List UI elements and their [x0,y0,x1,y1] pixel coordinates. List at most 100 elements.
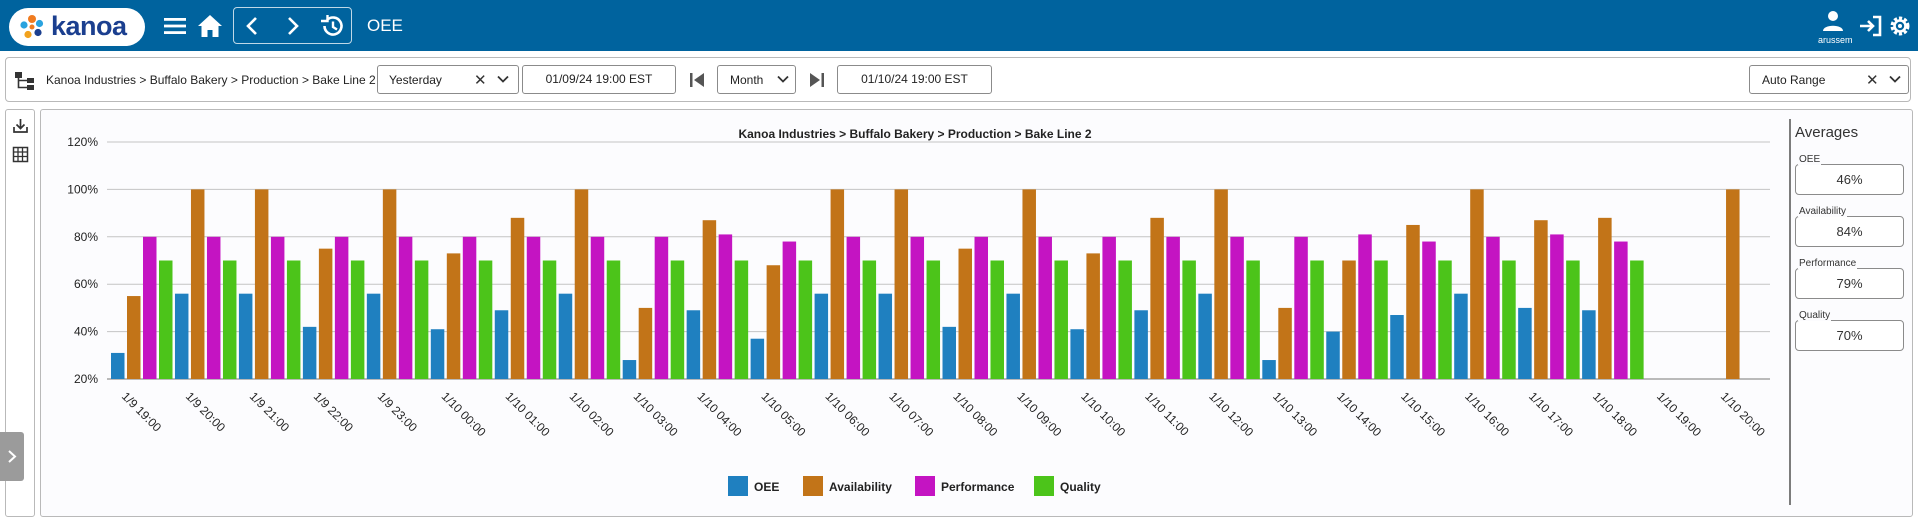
bar-quality[interactable] [1630,260,1644,380]
bar-oee[interactable] [1134,310,1148,379]
bar-quality[interactable] [1246,260,1260,380]
bar-performance[interactable] [910,236,925,379]
bar-oee[interactable] [1198,293,1212,379]
bar-oee[interactable] [1326,331,1340,379]
bar-performance[interactable] [654,236,669,379]
bar-availability[interactable] [1726,189,1740,379]
bar-quality[interactable] [222,260,237,380]
bar-performance[interactable] [206,236,221,379]
end-date-field[interactable]: 01/10/24 19:00 EST [837,65,992,94]
bar-quality[interactable] [1118,260,1132,380]
bar-availability[interactable] [254,189,269,379]
bar-quality[interactable] [1566,260,1580,380]
bar-availability[interactable] [318,248,333,379]
bar-availability[interactable] [894,189,909,379]
bar-oee[interactable] [302,326,317,379]
bar-availability[interactable] [1598,217,1612,379]
bar-quality[interactable] [159,260,173,380]
bar-performance[interactable] [526,236,541,379]
bar-availability[interactable] [574,189,589,379]
bar-availability[interactable] [1534,220,1548,379]
download-icon[interactable] [12,117,29,134]
bar-availability[interactable] [1278,307,1292,379]
bar-performance[interactable] [974,236,989,379]
bar-oee[interactable] [1454,293,1468,379]
bar-oee[interactable] [1582,310,1596,379]
clear-period-icon[interactable]: ✕ [474,71,487,89]
bar-quality[interactable] [1438,260,1452,380]
bar-oee[interactable] [878,293,893,379]
bar-performance[interactable] [1102,236,1116,379]
bar-quality[interactable] [926,260,941,380]
bar-availability[interactable] [958,248,973,379]
range-select[interactable]: Auto Range ✕ [1749,65,1909,94]
bar-availability[interactable] [702,220,717,379]
start-date-field[interactable]: 01/09/24 19:00 EST [522,65,676,94]
bar-performance[interactable] [846,236,861,379]
bar-availability[interactable] [190,189,205,379]
menu-icon[interactable] [161,12,189,40]
hierarchy-tree-icon[interactable] [14,70,36,92]
bar-performance[interactable] [1294,236,1308,379]
back-arrow-icon[interactable] [239,12,267,40]
bar-availability[interactable] [1406,224,1420,379]
bar-availability[interactable] [1470,189,1484,379]
bar-performance[interactable] [718,234,733,379]
bar-performance[interactable] [1166,236,1180,379]
clear-range-icon[interactable]: ✕ [1866,71,1879,89]
home-icon[interactable] [196,12,224,40]
chevron-down-icon[interactable] [1887,71,1903,87]
bar-quality[interactable] [1374,260,1388,380]
bar-oee[interactable] [238,293,253,379]
bar-performance[interactable] [1614,241,1628,379]
bar-performance[interactable] [143,236,157,379]
bar-performance[interactable] [1230,236,1244,379]
bar-quality[interactable] [1310,260,1324,380]
bar-performance[interactable] [1550,234,1564,379]
bar-performance[interactable] [1038,236,1052,379]
bar-quality[interactable] [1182,260,1196,380]
bar-performance[interactable] [1422,241,1436,379]
chevron-down-icon[interactable] [775,71,791,87]
bar-oee[interactable] [494,310,509,379]
bar-availability[interactable] [446,253,461,379]
bar-performance[interactable] [334,236,349,379]
granularity-select[interactable]: Month [717,65,796,94]
bar-oee[interactable] [111,352,125,379]
bar-availability[interactable] [1086,253,1100,379]
bar-availability[interactable] [382,189,397,379]
skip-to-end-icon[interactable] [808,71,826,89]
bar-availability[interactable] [1342,260,1356,380]
bar-quality[interactable] [286,260,301,380]
bar-availability[interactable] [830,189,845,379]
bar-availability[interactable] [1022,189,1036,379]
bar-oee[interactable] [366,293,381,379]
bar-performance[interactable] [1486,236,1500,379]
bar-availability[interactable] [766,265,781,379]
bar-performance[interactable] [398,236,413,379]
legend-label-quality[interactable]: Quality [1060,480,1101,494]
expand-side-panel-tab[interactable] [0,432,24,481]
bar-oee[interactable] [686,310,701,379]
bar-oee[interactable] [942,326,957,379]
forward-arrow-icon[interactable] [278,12,306,40]
bar-performance[interactable] [782,241,797,379]
legend-label-availability[interactable]: Availability [829,480,892,494]
logout-icon[interactable] [1857,12,1885,40]
settings-gear-icon[interactable] [1886,12,1914,40]
bar-oee[interactable] [814,293,829,379]
bar-oee[interactable] [430,329,445,379]
kanoa-logo[interactable]: kanoa [9,8,145,46]
period-select[interactable]: Yesterday ✕ [377,65,519,94]
bar-quality[interactable] [862,260,877,380]
bar-oee[interactable] [750,338,765,379]
bar-quality[interactable] [990,260,1005,380]
bar-oee[interactable] [174,293,189,379]
bar-availability[interactable] [510,217,525,379]
bar-availability[interactable] [638,307,653,379]
bar-performance[interactable] [462,236,477,379]
chevron-down-icon[interactable] [495,71,511,87]
bar-quality[interactable] [734,260,749,380]
bar-oee[interactable] [558,293,573,379]
user-icon[interactable] [1819,8,1847,34]
